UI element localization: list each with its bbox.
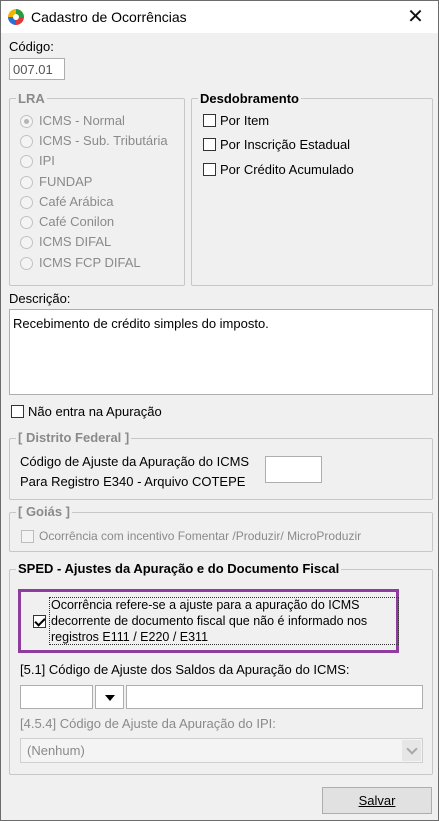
sped-legend: SPED - Ajustes da Apuração e do Document… — [16, 561, 342, 576]
window-title: Cadastro de Ocorrências — [31, 9, 187, 25]
ajuste-line1: Ocorrência refere-se a ajuste para a apu… — [51, 598, 360, 612]
por-item-label: Por Item — [220, 113, 270, 128]
lra-radio-icms-fcp-difal[interactable] — [20, 257, 33, 270]
lra-option-label: FUNDAP — [39, 174, 93, 189]
lra-option-label: ICMS FCP DIFAL — [39, 255, 141, 270]
descricao-textarea[interactable]: Recebimento de crédito simples do impost… — [9, 309, 433, 395]
app-logo-icon — [8, 9, 24, 25]
nao-entra-checkbox[interactable] — [11, 405, 24, 418]
ajuste-line2: decorrente de documento fiscal que não é… — [51, 614, 368, 628]
goias-incentivo-checkbox[interactable] — [21, 530, 34, 543]
lra-radio-ipi[interactable] — [20, 155, 33, 168]
lra-option-label: ICMS - Normal — [39, 113, 125, 128]
lra-option-label: Café Conilon — [39, 214, 115, 229]
por-inscricao-label: Por Inscrição Estadual — [220, 137, 351, 152]
df-line2-label: Para Registro E340 - Arquivo COTEPE — [20, 474, 246, 489]
por-credito-label: Por Crédito Acumulado — [220, 162, 354, 177]
codigo-saldos-field[interactable] — [20, 685, 93, 709]
por-inscricao-checkbox[interactable] — [203, 138, 216, 151]
descricao-label: Descrição: — [9, 291, 71, 306]
lra-option-label: Café Arábica — [39, 194, 114, 209]
lra-option-label: ICMS DIFAL — [39, 234, 112, 249]
lra-radio-cafe-arabica[interactable] — [20, 196, 33, 209]
goias-legend: [ Goiás ] — [16, 504, 73, 519]
codigo-label: Código: — [9, 39, 54, 54]
chevron-down-icon — [406, 743, 418, 755]
df-line1-label: Código de Ajuste da Apuração do ICMS — [20, 454, 250, 469]
codigo-field[interactable]: 007.01 — [9, 58, 65, 80]
lra-radio-cafe-conilon[interactable] — [20, 216, 33, 229]
codigo-ipi-select[interactable]: (Nenhum) — [20, 738, 423, 763]
lra-option-label: ICMS - Sub. Tributária — [39, 133, 168, 148]
por-credito-checkbox[interactable] — [203, 163, 216, 176]
nao-entra-label: Não entra na Apuração — [28, 404, 162, 419]
codigo-ipi-label: [4.5.4] Código de Ajuste da Apuração do … — [20, 716, 276, 731]
por-item-checkbox[interactable] — [203, 114, 216, 127]
codigo-ipi-dropdown-arrow[interactable] — [402, 740, 421, 761]
title-bar: Cadastro de Ocorrências ✕ — [1, 1, 438, 33]
lra-radio-icms-normal[interactable] — [20, 115, 33, 128]
lra-legend: LRA — [16, 91, 47, 106]
salvar-button[interactable]: Salvar — [322, 787, 432, 814]
codigo-ipi-selected-value: (Nenhum) — [27, 743, 85, 758]
distrito-federal-group — [9, 438, 433, 500]
ajuste-line3: registros E111 / E220 / E311 — [51, 630, 209, 644]
lra-option-label: IPI — [39, 153, 55, 168]
lra-radio-icms-st[interactable] — [20, 135, 33, 148]
salvar-button-label: Salvar — [358, 793, 396, 808]
df-codigo-field[interactable] — [265, 456, 322, 483]
lra-radio-fundap[interactable] — [20, 176, 33, 189]
goias-incentivo-label: Ocorrência com incentivo Fomentar /Produ… — [39, 529, 362, 543]
chevron-down-icon — [105, 695, 115, 701]
distrito-federal-legend: [ Distrito Federal ] — [16, 430, 132, 445]
codigo-saldos-label: [5.1] Código de Ajuste dos Saldos da Apu… — [20, 662, 350, 677]
codigo-saldos-description-field[interactable] — [126, 685, 423, 709]
dialog-window: Cadastro de Ocorrências ✕ Código: 007.01… — [0, 0, 439, 821]
codigo-saldos-dropdown-button[interactable] — [95, 685, 124, 709]
lra-radio-icms-difal[interactable] — [20, 236, 33, 249]
close-icon[interactable]: ✕ — [393, 1, 438, 33]
ajuste-documento-checkbox[interactable] — [33, 615, 46, 628]
desdobramento-legend: Desdobramento — [198, 91, 301, 106]
